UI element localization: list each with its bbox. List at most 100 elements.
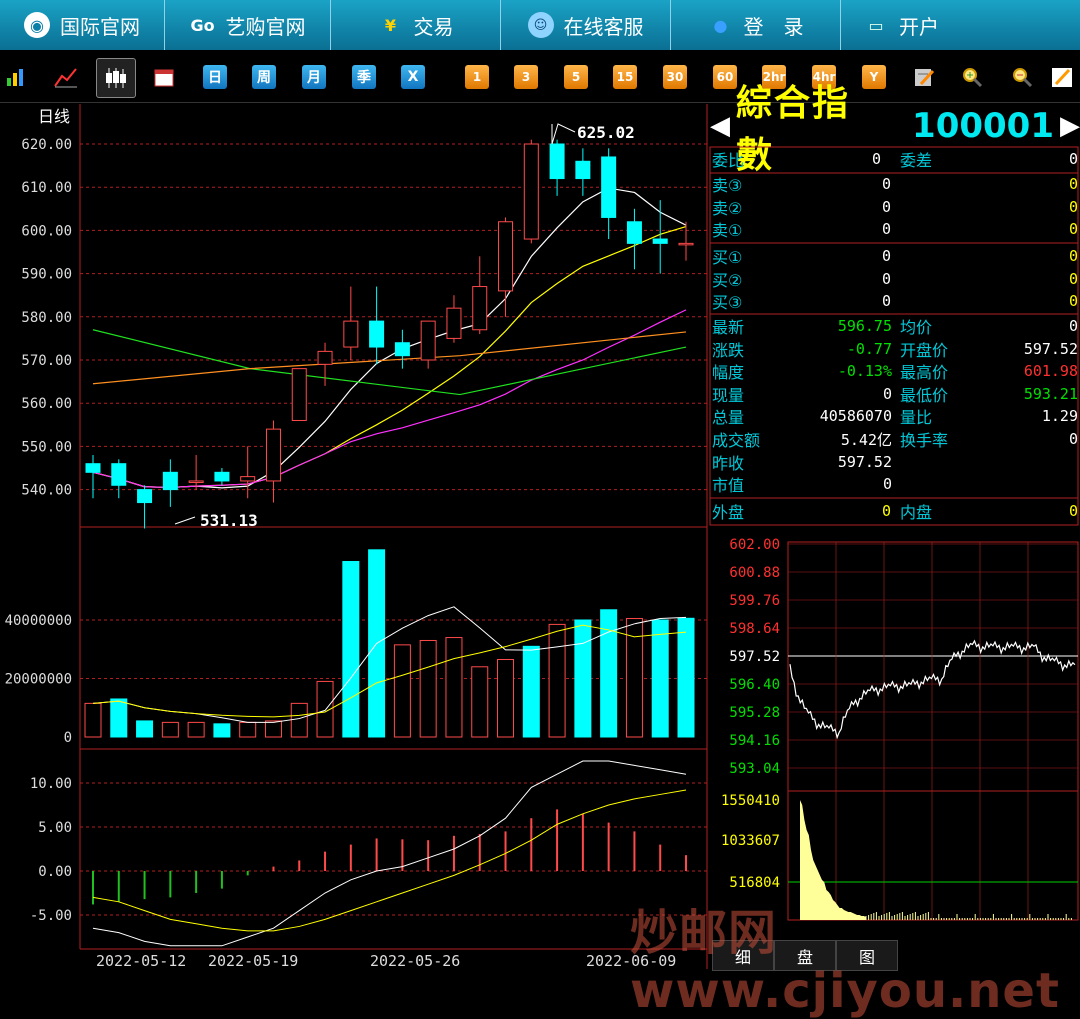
intraday-volume-label: 1033607 — [721, 833, 780, 849]
volume-bar — [264, 720, 282, 738]
prev-stock-arrow[interactable]: ◀ — [710, 111, 730, 141]
ma-line — [92, 329, 687, 396]
outer-value: 0 — [882, 502, 892, 520]
volume-bar — [161, 721, 179, 738]
weibi-label: 委比 — [712, 151, 745, 170]
candlestick-icon[interactable] — [96, 58, 136, 98]
price-tick-label: 600.00 — [21, 223, 72, 239]
weicha-value: 0 — [1068, 150, 1078, 168]
intraday-price-label: 596.40 — [729, 677, 780, 693]
candle-body — [472, 286, 488, 331]
volume-bar — [290, 702, 308, 738]
nav-trade[interactable]: ¥ 交易 — [331, 0, 501, 50]
candle-body — [188, 480, 204, 483]
stat-value-2: 0 — [1068, 317, 1078, 335]
candle-body — [394, 342, 410, 357]
high-marker — [551, 123, 576, 145]
high-price-label: 625.02 — [577, 123, 635, 142]
quote-stat-row: 最新 596.75 均价 0 — [712, 315, 1078, 337]
macd-tick-label: -5.00 — [30, 908, 72, 924]
stat-value-2: 601.98 — [1023, 362, 1078, 381]
minute-5-button[interactable]: 5 — [564, 65, 588, 89]
intraday-price-line — [789, 639, 1076, 740]
stat-label-2: 最低价 — [900, 385, 949, 405]
minute-15-button[interactable]: 15 — [613, 65, 637, 89]
macd-dea-line — [92, 789, 687, 932]
candle-body — [601, 156, 617, 218]
nav-label: 国际官网 — [60, 14, 140, 39]
inner-value: 0 — [1068, 502, 1078, 520]
volume-bar — [342, 561, 360, 738]
orderbook-row: 卖① 0 0 — [712, 218, 1078, 240]
price-tick-label: 560.00 — [21, 396, 72, 412]
intraday-price-label: 599.76 — [729, 593, 780, 609]
orderbook-label: 卖① — [712, 221, 743, 240]
stat-value: 0 — [882, 384, 892, 403]
period-quarter-button[interactable]: 季 — [352, 65, 376, 89]
minute-3-button[interactable]: 3 — [514, 65, 538, 89]
nav-login[interactable]: ● 登 录 — [671, 0, 841, 50]
volume-bar — [239, 721, 257, 738]
minute-30-button[interactable]: 30 — [663, 65, 687, 89]
calendar-icon[interactable] — [152, 65, 176, 89]
pencil-icon[interactable] — [1050, 65, 1074, 89]
period-day-button[interactable]: 日 — [203, 65, 227, 89]
candle-body — [85, 463, 101, 473]
outer-label: 外盘 — [712, 503, 745, 522]
stat-value: -0.13% — [837, 362, 892, 381]
period-week-button[interactable]: 周 — [252, 65, 276, 89]
globe-icon: ◉ — [24, 12, 50, 38]
volume-ma-line — [92, 606, 687, 723]
next-stock-arrow[interactable]: ▶ — [1060, 111, 1080, 141]
bar-chart-icon[interactable] — [4, 65, 28, 89]
price-tick-label: 620.00 — [21, 137, 72, 153]
stat-label-2: 最高价 — [900, 363, 949, 383]
orderbook-price: 0 — [882, 269, 892, 288]
stat-label: 幅度 — [712, 363, 745, 383]
zoom-in-icon[interactable] — [960, 65, 984, 89]
nav-international-site[interactable]: ◉ 国际官网 — [0, 0, 165, 50]
volume-bar — [445, 637, 463, 738]
price-tick-label: 550.00 — [21, 439, 72, 455]
orderbook-label: 卖③ — [712, 176, 743, 195]
stat-label-2: 开盘价 — [900, 340, 949, 360]
volume-tick-label: 40000000 — [5, 613, 72, 629]
low-price-label: 531.13 — [200, 511, 258, 530]
stock-header: ◀ 綜合指數 100001 ▶ — [710, 83, 1080, 176]
stock-code: 100001 — [912, 106, 1054, 146]
kline-chart[interactable]: 620.00 610.00 600.00 590.00 580.00 570.00 560.… — [0, 104, 708, 969]
stat-label: 成交额 — [712, 431, 761, 450]
stat-label: 市值 — [712, 476, 745, 496]
minute-1-button[interactable]: 1 — [465, 65, 489, 89]
chart-period-label: 日线 — [38, 107, 70, 126]
candle-body — [446, 307, 462, 339]
nav-art-shop-site[interactable]: Go 艺购官网 — [165, 0, 331, 50]
line-chart-icon[interactable] — [54, 65, 78, 89]
candle-body — [343, 320, 359, 348]
period-x-button[interactable]: X — [401, 65, 425, 89]
stat-value: -0.77 — [846, 339, 892, 358]
price-tick-label: 540.00 — [21, 483, 72, 499]
intraday-volume-label: 1550410 — [721, 793, 780, 809]
inner-label: 内盘 — [900, 503, 933, 522]
nav-online-service[interactable]: ☺ 在线客服 — [501, 0, 671, 50]
nav-label: 艺购官网 — [225, 14, 306, 39]
stat-label: 现量 — [712, 385, 745, 405]
volume-bar — [677, 617, 695, 738]
go-icon: Go — [190, 15, 215, 35]
minute-60-button[interactable]: 60 — [713, 65, 737, 89]
intraday-price-label: 597.52 — [729, 649, 780, 665]
orderbook-price: 0 — [882, 220, 892, 238]
intraday-chart[interactable]: 602.00 600.88 599.76 598.64 597.52 596.40 595.… — [708, 530, 1080, 940]
price-tick-label: 570.00 — [21, 353, 72, 369]
stat-label-2: 均价 — [900, 318, 933, 337]
orderbook-row: 买① 0 0 — [712, 245, 1078, 267]
period-month-button[interactable]: 月 — [302, 65, 326, 89]
stat-label: 昨收 — [712, 453, 745, 473]
watermark-text: 炒邮网 www.cjiyou.net — [630, 905, 1060, 1019]
volume-bar — [419, 639, 437, 738]
weibi-value: 0 — [872, 150, 882, 168]
edit-icon[interactable] — [912, 65, 936, 89]
nav-open-account[interactable]: ▭ 开户 — [841, 0, 1080, 50]
zoom-out-icon[interactable] — [1010, 65, 1034, 89]
